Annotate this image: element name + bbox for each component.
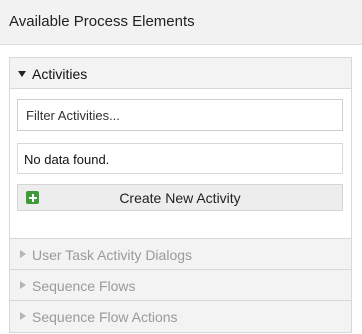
no-data-message: No data found. <box>24 152 110 167</box>
accordion-header-user-task-activity-dialogs[interactable]: User Task Activity Dialogs <box>10 239 351 270</box>
accordion-label: Sequence Flows <box>32 278 136 294</box>
create-new-activity-button[interactable]: Create New Activity <box>17 184 343 211</box>
create-button-label: Create New Activity <box>119 190 241 206</box>
accordion-label: Activities <box>32 66 88 82</box>
panel-header: Available Process Elements <box>0 0 362 45</box>
activities-content: No data found. Create New Activity <box>10 89 351 239</box>
caret-right-icon <box>20 281 26 289</box>
panel-body: Activities No data found. Create New Act… <box>0 45 362 334</box>
panel-title: Available Process Elements <box>9 13 195 30</box>
process-elements-panel: Available Process Elements Activities No… <box>0 0 362 334</box>
accordion-header-sequence-flows[interactable]: Sequence Flows <box>10 270 351 301</box>
accordion-label: Sequence Flow Actions <box>32 309 178 325</box>
accordion-header-sequence-flow-actions[interactable]: Sequence Flow Actions <box>10 301 351 332</box>
caret-right-icon <box>20 312 26 320</box>
caret-down-icon <box>18 71 26 77</box>
no-data-row: No data found. <box>17 143 343 174</box>
process-elements-accordion: Activities No data found. Create New Act… <box>9 57 352 333</box>
accordion-header-activities[interactable]: Activities <box>10 58 351 89</box>
filter-activities-input[interactable] <box>17 99 343 131</box>
caret-right-icon <box>20 250 26 258</box>
accordion-label: User Task Activity Dialogs <box>32 247 193 263</box>
